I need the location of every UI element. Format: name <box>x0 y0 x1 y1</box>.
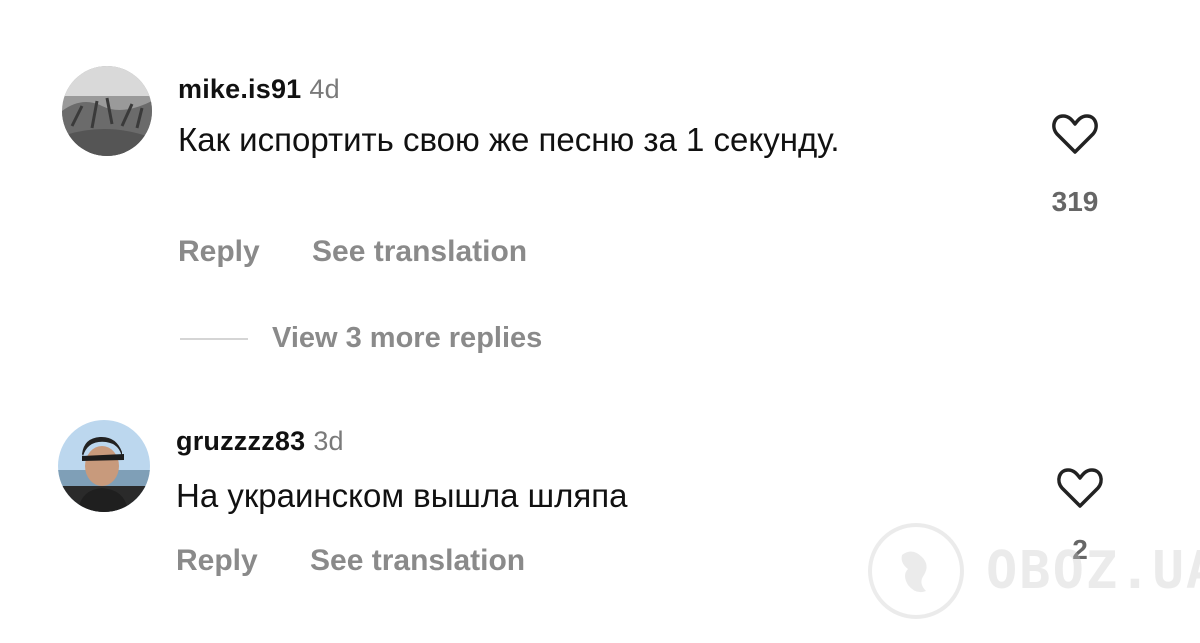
divider-line <box>180 337 248 340</box>
avatar[interactable] <box>58 420 150 512</box>
comment-time: 4d <box>309 74 340 104</box>
comment-username[interactable]: mike.is91 4d <box>178 74 340 105</box>
like-count: 319 <box>1051 186 1099 217</box>
comment-text: Как испортить свою же песню за 1 секунду… <box>178 121 840 158</box>
view-more-replies-button[interactable]: View 3 more replies <box>180 322 542 355</box>
see-translation-button[interactable]: See translation <box>310 544 525 577</box>
avatar-image <box>62 66 152 156</box>
comment-actions: Reply See translation <box>178 235 571 269</box>
watermark: OBOZ.UA <box>868 523 1200 619</box>
heart-outline-icon[interactable] <box>1051 112 1099 156</box>
heart-outline-icon[interactable] <box>1056 466 1104 510</box>
watermark-text: OBOZ.UA <box>986 541 1200 601</box>
comment-text: На украинском вышла шляпа <box>176 477 628 514</box>
see-translation-button[interactable]: See translation <box>312 235 527 268</box>
comment-actions: Reply See translation <box>176 544 569 578</box>
reply-button[interactable]: Reply <box>178 235 260 268</box>
comment-username[interactable]: gruzzzz83 3d <box>176 426 344 457</box>
username-text[interactable]: mike.is91 <box>178 74 301 104</box>
avatar-image <box>58 420 150 512</box>
globe-icon <box>868 523 964 619</box>
like-control: 319 <box>1047 112 1103 218</box>
view-more-replies-label[interactable]: View 3 more replies <box>272 322 542 355</box>
reply-button[interactable]: Reply <box>176 544 258 577</box>
avatar[interactable] <box>62 66 152 156</box>
comment-time: 3d <box>313 426 344 456</box>
username-text[interactable]: gruzzzz83 <box>176 426 305 456</box>
